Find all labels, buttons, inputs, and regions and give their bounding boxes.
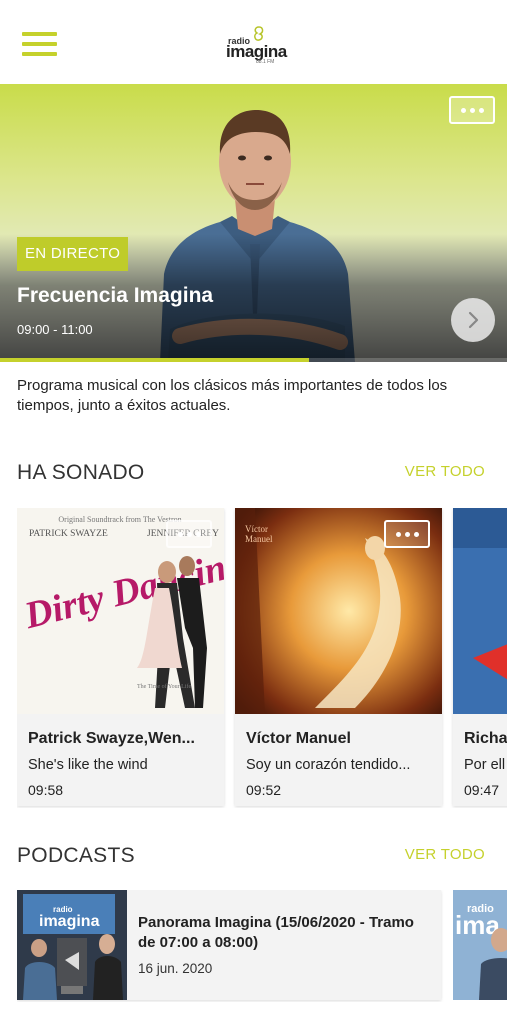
svg-text:Original Soundtrack from The V: Original Soundtrack from The Vestron xyxy=(58,515,181,524)
podcast-thumbnail: radio ima xyxy=(453,890,507,1000)
live-program-banner[interactable]: EN DIRECTO Frecuencia Imagina 09:00 - 11… xyxy=(0,84,507,362)
podcast-thumbnail: radio imagina xyxy=(17,890,127,1000)
podcast-card[interactable]: radio ima xyxy=(453,890,507,1000)
live-badge: EN DIRECTO xyxy=(17,237,129,271)
program-time: 09:00 - 11:00 xyxy=(17,322,93,337)
program-title: Frecuencia Imagina xyxy=(17,284,214,307)
song-title: She's like the wind xyxy=(28,757,148,773)
podcast-thumb-imagina: imagina xyxy=(39,913,100,930)
podcast-card[interactable]: radio imagina Panorama Imagina (15/06/20… xyxy=(17,890,441,1000)
app-header: radio imagina 88.1 FM xyxy=(0,0,507,84)
program-progress-fill xyxy=(0,358,310,362)
recently-played-see-all-link[interactable]: VER TODO xyxy=(405,463,485,480)
song-played-time: 09:52 xyxy=(246,782,282,798)
svg-text:The Time of Your Life: The Time of Your Life xyxy=(137,683,192,690)
song-artist: Richa xyxy=(464,730,507,747)
song-title: Soy un corazón tendido... xyxy=(246,757,411,773)
program-description: Programa musical con los clásicos más im… xyxy=(17,377,448,414)
song-more-options-button[interactable] xyxy=(166,520,212,548)
song-card[interactable]: Víctor Manuel Víctor Manuel Soy un coraz… xyxy=(235,508,442,806)
song-title: Por ell xyxy=(464,757,506,773)
song-played-time: 09:58 xyxy=(28,782,64,798)
album-cover xyxy=(453,508,507,714)
song-artist: Patrick Swayze,Wen... xyxy=(28,730,195,747)
next-program-button[interactable] xyxy=(451,298,495,342)
recently-played-heading: HA SONADO xyxy=(17,461,145,484)
podcast-date: 16 jun. 2020 xyxy=(138,961,213,976)
song-played-time: 09:47 xyxy=(464,782,500,798)
menu-icon[interactable] xyxy=(22,32,57,58)
song-more-options-button[interactable] xyxy=(384,520,430,548)
recently-played-carousel[interactable]: Original Soundtrack from The Vestron PAT… xyxy=(17,508,507,808)
song-card[interactable]: Original Soundtrack from The Vestron PAT… xyxy=(17,508,224,806)
podcasts-carousel[interactable]: radio imagina Panorama Imagina (15/06/20… xyxy=(17,890,507,1002)
podcasts-see-all-link[interactable]: VER TODO xyxy=(405,846,485,863)
chevron-right-icon xyxy=(468,311,479,329)
song-artist: Víctor Manuel xyxy=(246,730,351,747)
radio-imagina-logo[interactable]: radio imagina 88.1 FM xyxy=(222,26,287,66)
podcasts-heading: PODCASTS xyxy=(17,844,135,867)
svg-text:Víctor: Víctor xyxy=(245,524,268,534)
podcast-title: Panorama Imagina (15/06/2020 - Tramo de … xyxy=(138,914,414,951)
cover-actor-1: PATRICK SWAYZE xyxy=(29,529,108,539)
svg-text:Manuel: Manuel xyxy=(245,534,273,544)
song-card[interactable]: Richa Por ell 09:47 xyxy=(453,508,507,806)
program-progress-bar xyxy=(0,358,507,362)
logo-frequency-text: 88.1 FM xyxy=(256,59,275,65)
banner-more-options-button[interactable] xyxy=(449,96,495,124)
